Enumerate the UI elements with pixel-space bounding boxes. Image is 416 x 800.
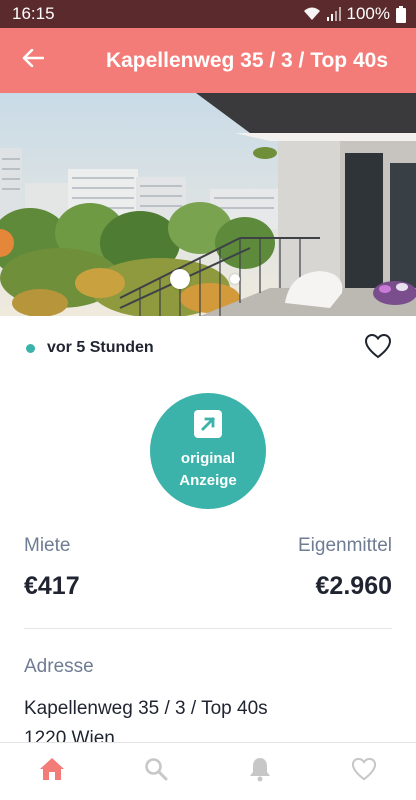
app-bar: Kapellenweg 35 / 3 / Top 40s	[0, 28, 416, 93]
rent-value: €417	[24, 572, 80, 600]
page-title: Kapellenweg 35 / 3 / Top 40s	[105, 48, 388, 72]
original-listing-label-line1: original	[180, 450, 236, 467]
listing-age: vor 5 Stunden	[47, 339, 154, 356]
address-street: Kapellenweg 35 / 3 / Top 40s	[24, 698, 268, 719]
status-time: 16:15	[12, 4, 55, 23]
bottom-navigation	[0, 742, 416, 800]
signal-icon	[326, 7, 341, 21]
nav-search[interactable]	[130, 746, 182, 798]
nav-home[interactable]	[26, 746, 78, 798]
original-listing-label: original Anzeige	[179, 448, 237, 492]
external-link-icon	[194, 410, 222, 438]
status-bar: 16:15 100%	[0, 0, 416, 28]
search-icon	[144, 757, 168, 786]
gallery-dot[interactable]	[230, 274, 240, 284]
original-listing-label-line2: Anzeige	[179, 472, 237, 489]
price-labels: Miete Eigenmittel	[24, 535, 392, 557]
battery-percent: 100%	[346, 4, 390, 23]
heart-icon	[364, 333, 392, 364]
gallery-dot-active[interactable]	[170, 269, 190, 289]
back-button[interactable]	[0, 28, 66, 93]
price-values: €417 €2.960	[24, 572, 392, 601]
arrow-left-icon	[22, 48, 45, 72]
equity-label: Eigenmittel	[298, 535, 392, 556]
equity-value: €2.960	[315, 572, 392, 600]
bell-icon	[249, 756, 271, 787]
heart-icon	[351, 757, 377, 786]
nav-alerts[interactable]	[234, 746, 286, 798]
favorite-button[interactable]	[362, 332, 394, 364]
home-icon	[39, 757, 65, 786]
wifi-icon	[303, 7, 321, 21]
address-label: Adresse	[24, 656, 94, 677]
battery-icon	[396, 5, 406, 23]
listing-meta-row: vor 5 Stunden	[0, 330, 416, 366]
section-divider	[24, 628, 392, 629]
new-indicator-dot	[26, 343, 35, 353]
listing-photo-gallery[interactable]	[0, 93, 416, 316]
status-icons: 100%	[303, 4, 406, 24]
nav-favorites[interactable]	[338, 746, 390, 798]
original-listing-button[interactable]: original Anzeige	[150, 393, 266, 509]
rent-label: Miete	[24, 535, 71, 556]
apartment-photo	[0, 93, 416, 316]
